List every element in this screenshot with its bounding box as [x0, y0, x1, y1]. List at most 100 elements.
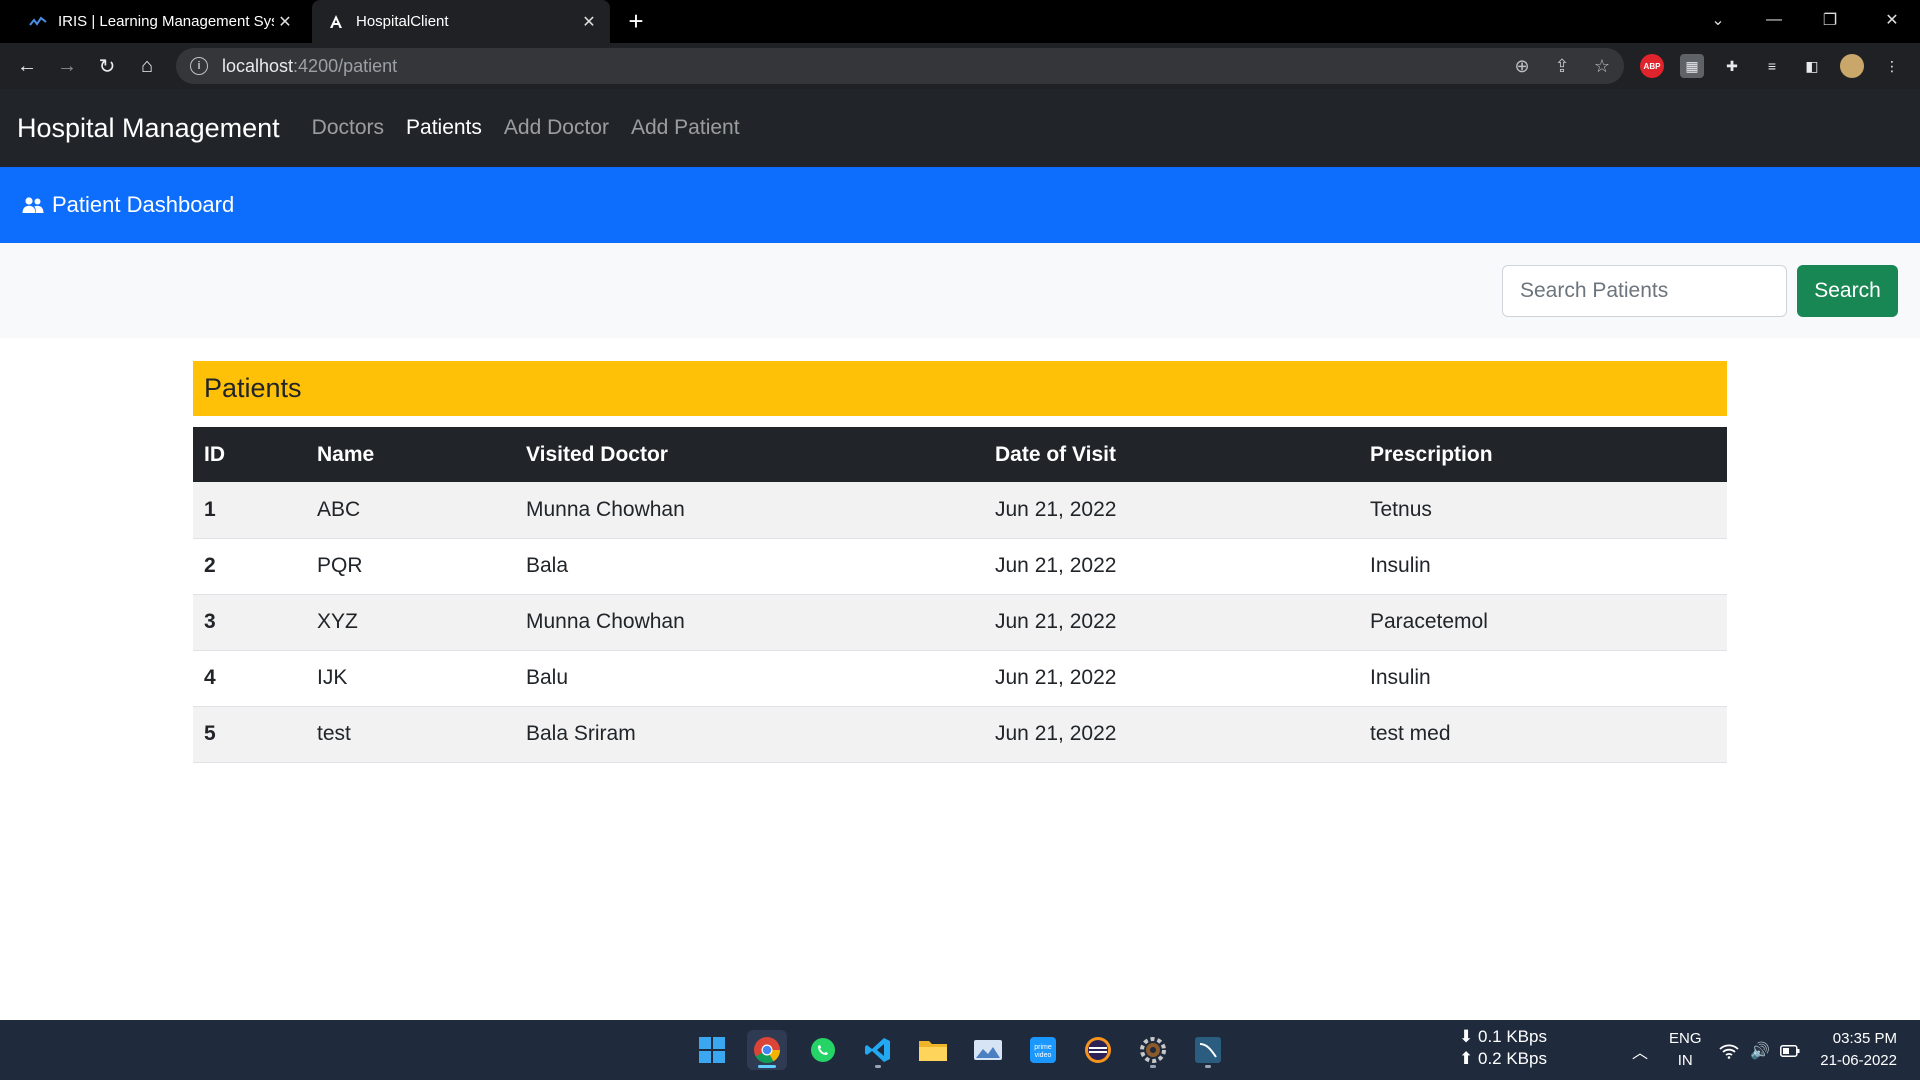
minimize-icon[interactable]: —	[1746, 0, 1802, 40]
adblock-plus-icon[interactable]: ABP	[1640, 54, 1664, 78]
cell-name: IJK	[306, 650, 515, 707]
side-panel-icon[interactable]: ◧	[1800, 54, 1824, 78]
wifi-icon[interactable]	[1718, 1040, 1740, 1062]
app-navbar: Hospital Management Doctors Patients Add…	[0, 89, 1920, 167]
browser-tab-strip: IRIS | Learning Management Syst ✕ Hospit…	[0, 0, 1920, 43]
column-header-visited-doctor: Visited Doctor	[526, 442, 668, 466]
language-indicator[interactable]: ENG IN	[1669, 1028, 1702, 1072]
table-row: 3 XYZ Munna Chowhan Jun 21, 2022 Paracet…	[193, 594, 1727, 651]
mysql-workbench-icon[interactable]	[1188, 1030, 1228, 1070]
cell-prescription: Tetnus	[1359, 482, 1727, 539]
menu-kebab-icon[interactable]: ⋮	[1880, 54, 1904, 78]
cell-prescription: Insulin	[1359, 650, 1727, 707]
file-explorer-icon[interactable]	[913, 1030, 953, 1070]
cell-id: 4	[193, 650, 306, 707]
back-arrow-icon[interactable]: ←	[12, 51, 42, 81]
upload-arrow-icon: ⬆	[1459, 1049, 1474, 1068]
chrome-icon[interactable]	[747, 1030, 787, 1070]
site-info-icon[interactable]: i	[190, 57, 208, 75]
column-header-name: Name	[317, 442, 375, 466]
nav-doctors[interactable]: Doctors	[312, 116, 384, 140]
cell-name: PQR	[306, 538, 515, 595]
new-tab-button[interactable]: +	[622, 8, 650, 36]
iris-favicon-icon	[28, 12, 48, 32]
show-hidden-icons-chevron-icon[interactable]: ︿	[1629, 1040, 1651, 1062]
whatsapp-icon[interactable]	[803, 1030, 843, 1070]
cell-name: ABC	[306, 482, 515, 539]
tab-search-chevron-icon[interactable]: ⌄	[1690, 0, 1746, 40]
cell-date-of-visit: Jun 21, 2022	[984, 594, 1359, 651]
cell-prescription: test med	[1359, 706, 1727, 763]
patients-table: ID Name Visited Doctor Date of Visit Pre…	[193, 427, 1727, 763]
nav-add-doctor[interactable]: Add Doctor	[504, 116, 609, 140]
card-title: Patients	[204, 373, 302, 403]
cell-id: 2	[193, 538, 306, 595]
table-row: 4 IJK Balu Jun 21, 2022 Insulin	[193, 650, 1727, 707]
tab-title: IRIS | Learning Management Syst	[58, 13, 274, 30]
settings-gear-icon[interactable]	[1133, 1030, 1173, 1070]
photos-icon[interactable]	[968, 1030, 1008, 1070]
search-button[interactable]: Search	[1797, 265, 1898, 317]
network-speed: ⬇ 0.1 KBps ⬆ 0.2 KBps	[1459, 1027, 1547, 1068]
prime-video-icon[interactable]: prime video	[1023, 1030, 1063, 1070]
people-icon	[22, 196, 44, 214]
cell-id: 5	[193, 706, 306, 763]
clock[interactable]: 03:35 PM 21-06-2022	[1815, 1028, 1897, 1072]
angular-favicon-icon	[326, 12, 346, 32]
cell-date-of-visit: Jun 21, 2022	[984, 650, 1359, 707]
tab-title: HospitalClient	[356, 13, 449, 30]
cell-id: 3	[193, 594, 306, 651]
column-header-id: ID	[204, 442, 225, 466]
vscode-icon[interactable]	[858, 1030, 898, 1070]
patients-card-header: Patients	[193, 361, 1727, 416]
cell-id: 1	[193, 482, 306, 539]
close-icon[interactable]: ✕	[578, 11, 600, 33]
address-bar[interactable]: i localhost:4200/patient	[176, 48, 1624, 84]
close-icon[interactable]: ✕	[274, 11, 296, 33]
profile-avatar[interactable]	[1840, 54, 1864, 78]
search-input[interactable]	[1502, 265, 1787, 317]
search-bar: Search	[0, 243, 1920, 338]
table-row: 1 ABC Munna Chowhan Jun 21, 2022 Tetnus	[193, 482, 1727, 539]
nav-add-patient[interactable]: Add Patient	[631, 116, 740, 140]
home-icon[interactable]: ⌂	[132, 51, 162, 81]
browser-tab-iris[interactable]: IRIS | Learning Management Syst ✕	[14, 0, 306, 43]
cell-date-of-visit: Jun 21, 2022	[984, 706, 1359, 763]
nav-patients[interactable]: Patients	[406, 116, 482, 140]
column-header-date-of-visit: Date of Visit	[995, 442, 1116, 466]
os-taskbar: prime video ⬇ 0.1 KBps ⬆ 0.2 KBps ︿ ENG I…	[0, 1020, 1920, 1080]
cell-date-of-visit: Jun 21, 2022	[984, 482, 1359, 539]
cell-visited-doctor: Munna Chowhan	[515, 482, 984, 539]
volume-icon[interactable]: 🔊	[1749, 1040, 1771, 1062]
table-header-row: ID Name Visited Doctor Date of Visit Pre…	[193, 427, 1727, 482]
dashboard-header: Patient Dashboard	[0, 167, 1920, 243]
extensions-puzzle-icon[interactable]: ✚	[1720, 54, 1744, 78]
cell-visited-doctor: Bala	[515, 538, 984, 595]
forward-arrow-icon[interactable]: →	[52, 51, 82, 81]
table-row: 2 PQR Bala Jun 21, 2022 Insulin	[193, 538, 1727, 595]
window-close-icon[interactable]: ✕	[1864, 0, 1920, 40]
reading-list-icon[interactable]: ≡	[1760, 54, 1784, 78]
brand-title[interactable]: Hospital Management	[17, 113, 280, 144]
cell-visited-doctor: Munna Chowhan	[515, 594, 984, 651]
svg-text:video: video	[1035, 1052, 1052, 1059]
windows-start-icon[interactable]	[692, 1030, 732, 1070]
extension-icon[interactable]: ▦	[1680, 54, 1704, 78]
download-arrow-icon: ⬇	[1459, 1027, 1474, 1046]
zoom-icon[interactable]: ⊕	[1507, 51, 1537, 81]
restore-icon[interactable]: ❐	[1802, 0, 1858, 40]
eclipse-icon[interactable]	[1078, 1030, 1118, 1070]
cell-date-of-visit: Jun 21, 2022	[984, 538, 1359, 595]
bookmark-star-icon[interactable]: ☆	[1587, 51, 1617, 81]
cell-prescription: Insulin	[1359, 538, 1727, 595]
reload-icon[interactable]: ↻	[92, 51, 122, 81]
cell-visited-doctor: Balu	[515, 650, 984, 707]
cell-prescription: Paracetemol	[1359, 594, 1727, 651]
url-text: localhost:4200/patient	[222, 55, 398, 76]
svg-text:prime: prime	[1034, 1044, 1052, 1051]
battery-icon[interactable]	[1779, 1040, 1801, 1062]
share-icon[interactable]: ⇪	[1547, 51, 1577, 81]
browser-tab-hospitalclient[interactable]: HospitalClient ✕	[312, 0, 610, 43]
cell-name: test	[306, 706, 515, 763]
column-header-prescription: Prescription	[1370, 442, 1493, 466]
